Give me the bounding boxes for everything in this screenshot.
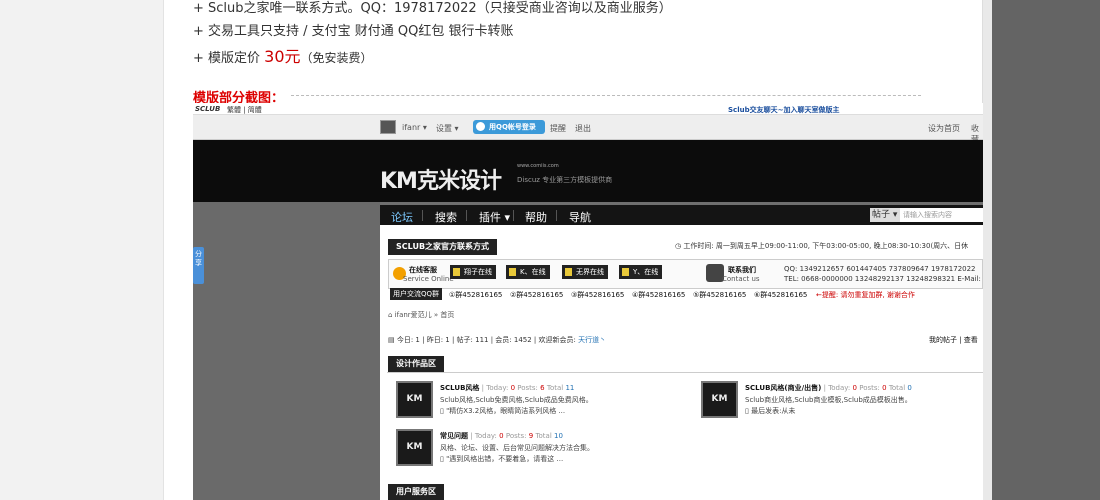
template-screenshot: SCLUB 繁體 | 简體 Sclub交友聊天~加入聊天室做版主 ifanr ▾…: [193, 103, 983, 500]
nav-separator: [422, 210, 423, 221]
dashed-divider: [291, 95, 921, 96]
payment-info-line: + 交易工具只支持 / 支付宝 财付通 QQ红包 银行卡转账: [193, 24, 514, 39]
right-gutter: [992, 0, 1100, 500]
contact-us-label: 联系我们: [728, 266, 756, 274]
section-title: 用户服务区: [388, 484, 444, 500]
nav-separator: [466, 210, 467, 221]
service-button-1[interactable]: 翔子在线: [450, 265, 496, 279]
chatroom-link[interactable]: Sclub交友聊天~加入聊天室做版主: [728, 105, 839, 115]
logo-tagline: Discuz 专业第三方模板提供商: [517, 176, 613, 184]
forum-stats: ▤ 今日: 1 | 昨日: 1 | 帖子: 111 | 会员: 1452 | 欢…: [388, 336, 607, 344]
contact-us-en-label: Contact us: [722, 275, 760, 283]
qq-group-link[interactable]: ②群452816165: [510, 290, 563, 300]
service-button-4[interactable]: Y、在线: [619, 265, 663, 279]
stats-icon: ▤: [388, 336, 397, 344]
main-nav: 论坛 搜索 插件 ▾ 帮助 导航 帖子 ▾ 请输入搜索内容: [380, 205, 983, 225]
section-title: 设计作品区: [388, 356, 444, 372]
logout-link[interactable]: 退出: [575, 123, 591, 134]
settings-menu[interactable]: 设置 ▾: [436, 123, 459, 134]
forum-icon: KM: [396, 429, 433, 466]
service-button-3[interactable]: 无界在线: [562, 265, 608, 279]
price-info-line: + 模版定价 30元（免安装费）: [193, 47, 373, 66]
site-header: [193, 140, 983, 202]
qq-groups-label: 用户交流QQ群: [390, 288, 443, 300]
qq-group-link[interactable]: ③群452816165: [571, 290, 624, 300]
service-button-2[interactable]: K、在线: [506, 265, 550, 279]
forum-icon: KM: [396, 381, 433, 418]
forum-last-post[interactable]: ▯ "遇到风格出错，不要着急，请看这 ...: [440, 454, 563, 464]
nav-search[interactable]: 搜索: [435, 209, 457, 225]
tel-numbers: TEL: 0668-0000000 13248292137 1324829832…: [784, 275, 981, 283]
screenshot-topbar: SCLUB 繁體 | 简體 Sclub交友聊天~加入聊天室做版主: [193, 103, 983, 115]
username-link[interactable]: ifanr ▾: [402, 123, 427, 132]
sclub-logo: SCLUB: [195, 105, 221, 113]
nav-separator: [513, 210, 514, 221]
work-hours: ◷ 工作时间: 周一到周五早上09:00-11:00, 下午03:00-05:0…: [675, 242, 969, 250]
forum-description: Sclub商业风格,Sclub商业模板,Sclub成品模板出售。: [745, 396, 912, 404]
right-gutter-strip: [983, 0, 992, 500]
set-homepage-link[interactable]: 设为首页: [928, 123, 960, 134]
new-member-link[interactable]: 天行道丶: [578, 336, 606, 344]
qq-group-link[interactable]: ①群452816165: [449, 290, 502, 300]
nav-plugins[interactable]: 插件 ▾: [479, 209, 510, 225]
logo-url: www.comiis.com: [517, 163, 559, 169]
share-tab[interactable]: 分享: [193, 247, 204, 284]
left-gutter: [0, 0, 163, 500]
forum-last-post: ▯ 最后发表:从未: [745, 407, 796, 415]
online-service-label: 在线客服: [409, 266, 437, 274]
section-header-design: 设计作品区: [387, 355, 983, 373]
service-online-label: Service Online: [403, 275, 454, 283]
forum-description: Sclub风格,Sclub免费风格,Sclub成品免费风格。: [440, 396, 593, 404]
forum-title-line: SCLUB风格(商业/出售) | Today: 0 Posts: 0 Total…: [745, 384, 912, 392]
qq-group-link[interactable]: ⑤群452816165: [693, 290, 746, 300]
user-toolbar: ifanr ▾ 设置 ▾ 用QQ帐号登录 提醒 退出 设为首页 收藏: [193, 115, 983, 144]
nav-separator: [556, 210, 557, 221]
qq-group-warning: ←提醒: 请勿重复加群, 谢谢合作: [816, 291, 915, 299]
forum-last-post[interactable]: ▯ "精仿X3.2风格，眼睛简洁系列风格 ...: [440, 406, 565, 416]
page: + Sclub之家唯一联系方式。QQ：1978172022（只接受商业咨询以及商…: [0, 0, 1100, 500]
qq-group-link[interactable]: ④群452816165: [632, 290, 685, 300]
remind-link[interactable]: 提醒: [550, 123, 566, 134]
online-service-box: 在线客服 Service Online 翔子在线 K、在线 无界在线 Y、在线 …: [388, 259, 983, 289]
contact-panel-title: SCLUB之家官方联系方式: [388, 239, 498, 255]
forum-title-line: 常见问题 | Today: 0 Posts: 9 Total 10: [440, 432, 563, 440]
price: 30元: [264, 47, 301, 66]
forum-icon: KM: [701, 381, 738, 418]
breadcrumb: ⌂ ifanr爱范儿 » 首页: [388, 311, 455, 319]
section-header-service: 用户服务区: [387, 483, 983, 500]
search-type-select[interactable]: 帖子 ▾: [870, 208, 900, 222]
search-input[interactable]: 请输入搜索内容: [900, 208, 983, 222]
nav-guide[interactable]: 导航: [569, 209, 591, 225]
qq-login-button[interactable]: 用QQ帐号登录: [473, 120, 545, 134]
qq-groups-row: 用户交流QQ群 ①群452816165 ②群452816165 ③群452816…: [388, 288, 983, 300]
contact-info-line: + Sclub之家唯一联系方式。QQ：1978172022（只接受商业咨询以及商…: [193, 1, 672, 16]
nav-help[interactable]: 帮助: [525, 209, 547, 225]
forum-title-line: SCLUB风格 | Today: 0 Posts: 6 Total 11: [440, 384, 575, 392]
qq-group-link[interactable]: ⑥群452816165: [754, 290, 807, 300]
site-logo[interactable]: KM克米设计: [380, 163, 502, 195]
avatar[interactable]: [380, 120, 396, 134]
nav-forum[interactable]: 论坛: [391, 209, 413, 225]
forum-description: 风格、论坛、设置、后台常见问题解决方法合集。: [440, 444, 594, 452]
language-links[interactable]: 繁體 | 简體: [227, 105, 262, 115]
my-posts-link[interactable]: 我的帖子 | 查看: [929, 335, 978, 345]
qq-numbers: QQ: 1349212657 601447405 737809647 19781…: [784, 265, 976, 273]
home-icon[interactable]: ⌂: [388, 311, 395, 319]
